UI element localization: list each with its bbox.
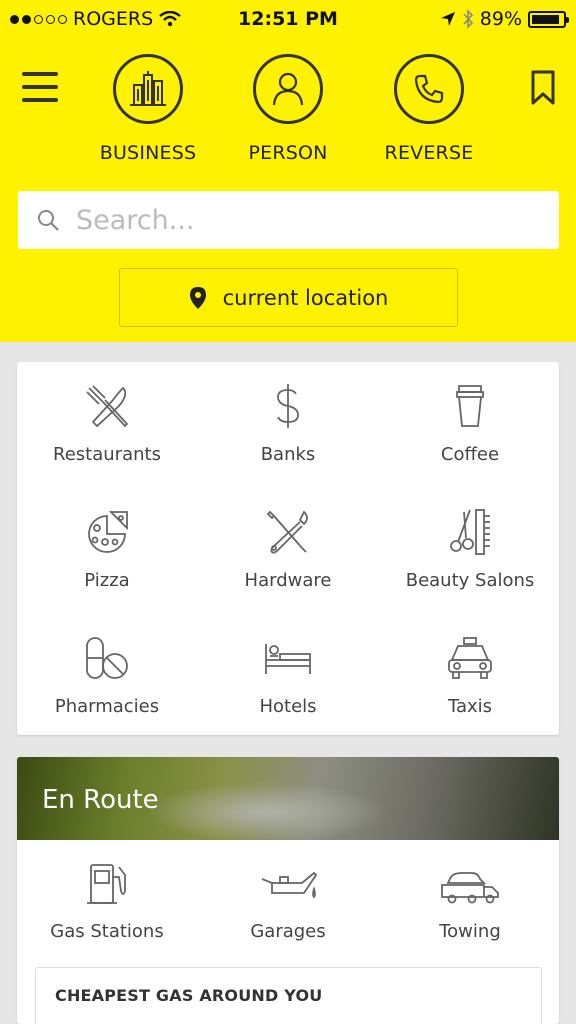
buildings-icon: [113, 54, 183, 124]
taxi-icon: [448, 637, 492, 679]
current-location-label: current location: [222, 285, 389, 310]
tools-icon: [266, 510, 308, 554]
bookmark-icon[interactable]: [530, 70, 556, 106]
coffee-cup-icon: [456, 385, 484, 427]
mode-reverse-button[interactable]: REVERSE: [369, 54, 489, 164]
bluetooth-icon: [463, 9, 473, 29]
cheapest-gas-panel[interactable]: CHEAPEST GAS AROUND YOU: [35, 967, 542, 1024]
category-label: Restaurants: [53, 444, 161, 465]
category-label: Taxis: [447, 696, 493, 717]
category-hardware[interactable]: Hardware: [198, 508, 378, 591]
dollar-icon: [277, 384, 299, 428]
category-label: Coffee: [440, 444, 500, 465]
tow-truck-icon: [441, 872, 499, 904]
menu-icon[interactable]: [22, 72, 58, 102]
scissors-comb-icon: [450, 509, 490, 555]
mode-reverse-label: REVERSE: [384, 142, 474, 164]
category-label: Banks: [260, 444, 316, 465]
en-route-gas-stations[interactable]: Gas Stations: [17, 861, 197, 942]
category-label: Hotels: [259, 696, 317, 717]
search-input[interactable]: [76, 204, 516, 236]
category-pharmacies[interactable]: Pharmacies: [17, 634, 197, 717]
signal-strength-icon: [10, 14, 67, 24]
mode-business-label: BUSINESS: [99, 142, 197, 164]
search-icon: [38, 210, 59, 231]
pizza-icon: [88, 511, 128, 553]
category-label: Beauty Salons: [405, 570, 535, 591]
battery-icon: [528, 10, 569, 28]
map-pin-icon: [189, 286, 206, 309]
cheapest-gas-title: CHEAPEST GAS AROUND YOU: [55, 986, 323, 1005]
en-route-garages[interactable]: Garages: [198, 861, 378, 942]
category-restaurants[interactable]: Restaurants: [17, 382, 197, 465]
status-left: ROGERS: [10, 8, 181, 30]
phone-icon: [394, 54, 464, 124]
mode-person-button[interactable]: PERSON: [228, 54, 348, 164]
en-route-banner: En Route: [17, 757, 559, 840]
category-beauty-salons[interactable]: Beauty Salons: [380, 508, 560, 591]
oil-can-icon: [261, 871, 318, 899]
category-banks[interactable]: Banks: [198, 382, 378, 465]
category-label: Pizza: [84, 570, 130, 591]
carrier-name: ROGERS: [73, 8, 154, 30]
mode-business-button[interactable]: BUSINESS: [88, 54, 208, 164]
mode-person-label: PERSON: [248, 142, 328, 164]
header: BUSINESS PERSON REVERSE Search... curren…: [0, 38, 576, 342]
category-taxis[interactable]: Taxis: [380, 634, 560, 717]
wifi-icon: [159, 11, 181, 27]
status-time: 12:51 PM: [238, 8, 338, 30]
search-box[interactable]: [18, 191, 559, 249]
bed-icon: [265, 644, 311, 674]
gas-pump-icon: [87, 864, 126, 904]
current-location-button[interactable]: current location: [119, 268, 458, 327]
en-route-card: En Route Gas Stations Garages Towing CHE…: [17, 757, 559, 1024]
category-pizza[interactable]: Pizza: [17, 508, 197, 591]
person-icon: [253, 54, 323, 124]
categories-card: Restaurants Banks Coffee Pizza Hardware …: [17, 362, 559, 735]
pills-icon: [86, 637, 128, 679]
category-label: Garages: [250, 921, 326, 942]
category-label: Pharmacies: [54, 696, 160, 717]
category-coffee[interactable]: Coffee: [380, 382, 560, 465]
status-right: 89%: [440, 8, 569, 30]
battery-percent: 89%: [479, 8, 522, 30]
category-label: Gas Stations: [50, 921, 164, 942]
category-hotels[interactable]: Hotels: [198, 634, 378, 717]
category-label: Towing: [439, 921, 501, 942]
en-route-title: En Route: [42, 785, 159, 815]
location-arrow-icon: [440, 12, 455, 26]
category-label: Hardware: [244, 570, 332, 591]
status-bar: ROGERS 12:51 PM 89%: [0, 0, 576, 38]
en-route-towing[interactable]: Towing: [380, 861, 559, 942]
fork-knife-icon: [86, 385, 129, 428]
